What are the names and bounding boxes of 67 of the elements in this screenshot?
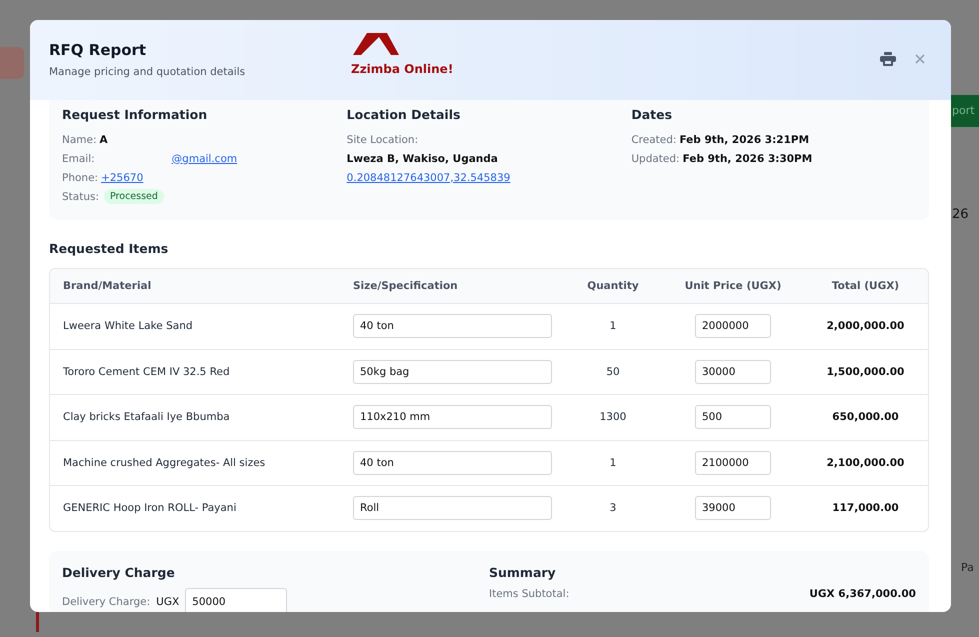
table-cell: 26 bbox=[952, 207, 969, 222]
subtotal-value: UGX 6,367,000.00 bbox=[809, 588, 916, 600]
table-cell: Machine crushed Aggregates- All sizes bbox=[63, 456, 266, 469]
print-icon[interactable] bbox=[880, 52, 896, 66]
contact-link[interactable]: +25670 bbox=[101, 172, 180, 184]
section-heading: Request Information bbox=[62, 107, 208, 122]
column-header: Brand/Material bbox=[63, 280, 152, 292]
price-field[interactable]: 30000 bbox=[695, 360, 771, 384]
table-cell: 3 bbox=[610, 502, 616, 514]
table-cell: 2,000,000.00 bbox=[826, 320, 904, 332]
roof-icon bbox=[351, 31, 401, 55]
table-cell: GENERIC Hoop Iron ROLL- Payani bbox=[63, 502, 236, 514]
field-label: Status: bbox=[62, 190, 99, 202]
field-label: Phone: bbox=[62, 172, 98, 184]
table-cell: 650,000.00 bbox=[832, 411, 899, 424]
section-heading: Dates bbox=[631, 107, 674, 122]
price-field[interactable]: 2100000 bbox=[695, 450, 771, 475]
price-field[interactable]: 39000 bbox=[695, 496, 771, 520]
table-cell: Lweera White Lake Sand bbox=[63, 320, 193, 332]
field-label: Delivery Charge: bbox=[62, 596, 150, 608]
delivery-field[interactable]: 50000 bbox=[185, 588, 288, 612]
field-label: Site Location: bbox=[346, 134, 418, 146]
size-field[interactable]: 40 ton bbox=[353, 450, 552, 475]
column-header: Total (UGX) bbox=[832, 280, 900, 292]
size-field[interactable]: Roll bbox=[353, 496, 552, 520]
currency-label: UGX bbox=[156, 596, 180, 608]
size-field[interactable]: 40 ton bbox=[353, 314, 552, 338]
column-header: Size/Specification bbox=[353, 280, 458, 292]
section-heading: Delivery Charge bbox=[62, 564, 176, 580]
price-field[interactable]: 500 bbox=[695, 405, 771, 430]
address-text: Lweza B, Wakiso, Uganda bbox=[346, 152, 498, 164]
section-heading: Location Details bbox=[346, 107, 462, 122]
status-badge: Processed bbox=[104, 189, 164, 204]
table-cell: 1 bbox=[610, 456, 616, 469]
price-field[interactable]: 2000000 bbox=[695, 314, 771, 338]
table-cell: 50 bbox=[606, 366, 620, 378]
coordinates-link[interactable]: 0.20848127643007,32.545839 bbox=[346, 172, 546, 184]
field-label: Name: bbox=[62, 134, 97, 146]
section-heading: Requested Items bbox=[49, 241, 170, 256]
field-label: Email: bbox=[62, 152, 95, 164]
logo-text: Zzimba Online! bbox=[351, 62, 454, 76]
column-header: Unit Price (UGX) bbox=[684, 280, 782, 292]
field-label: Updated: bbox=[631, 152, 680, 164]
table-cell: 1,500,000.00 bbox=[826, 366, 904, 378]
sidebar-item[interactable] bbox=[0, 47, 24, 79]
table-cell: 1 bbox=[610, 320, 616, 332]
scrollbar[interactable] bbox=[36, 612, 39, 632]
table-cell: 117,000.00 bbox=[832, 502, 899, 514]
table-cell: 1300 bbox=[600, 411, 626, 424]
field-label: Items Subtotal: bbox=[489, 588, 570, 600]
field-label: Created: bbox=[631, 134, 676, 146]
modal-title: RFQ Report bbox=[49, 41, 148, 59]
field-value: A bbox=[100, 134, 108, 146]
table-cell: 2,100,000.00 bbox=[826, 456, 904, 469]
close-icon[interactable] bbox=[914, 53, 926, 65]
size-field[interactable]: 50kg bag bbox=[353, 360, 552, 384]
column-header: Quantity bbox=[587, 280, 639, 292]
pagination-label: Pa bbox=[961, 561, 974, 574]
date-value: Feb 9th, 2026 3:30PM bbox=[682, 152, 812, 164]
table-cell: Tororo Cement CEM IV 32.5 Red bbox=[63, 366, 230, 378]
section-heading: Summary bbox=[489, 564, 557, 580]
contact-link[interactable]: @gmail.com bbox=[98, 152, 238, 164]
export-button[interactable]: port bbox=[951, 95, 979, 127]
table-cell: Clay bricks Etafaali Iye Bbumba bbox=[63, 411, 230, 424]
date-value: Feb 9th, 2026 3:21PM bbox=[679, 134, 810, 146]
modal-subtitle: Manage pricing and quotation details bbox=[49, 66, 246, 78]
size-field[interactable]: 110x210 mm bbox=[353, 405, 552, 430]
